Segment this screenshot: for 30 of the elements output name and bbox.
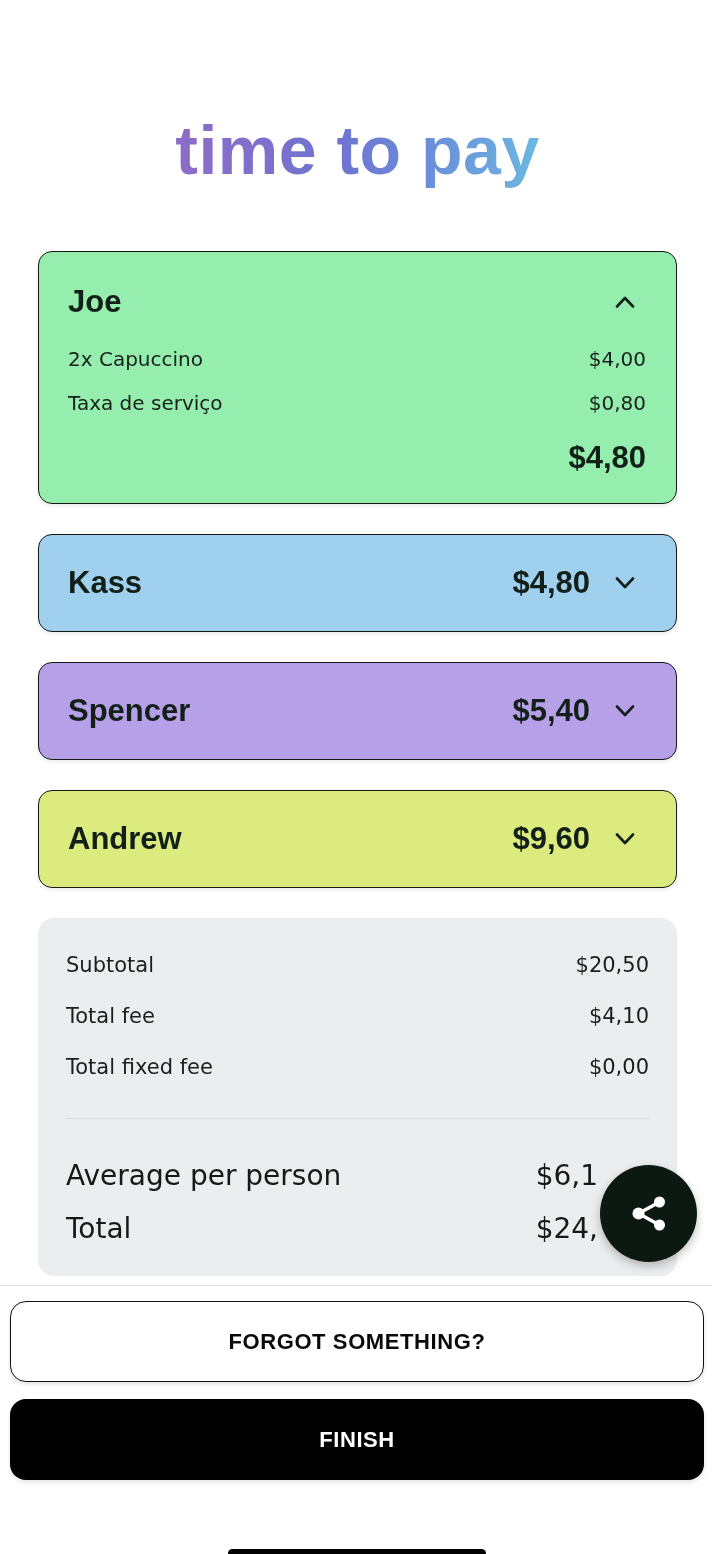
summary-label: Subtotal <box>66 953 154 977</box>
summary-label: Total fee <box>66 1004 155 1028</box>
share-icon <box>631 1196 666 1231</box>
forgot-button[interactable]: FORGOT SOMETHING? <box>10 1301 704 1382</box>
person-total: $4,80 <box>568 440 646 476</box>
person-card[interactable]: Kass $4,80 <box>38 534 677 632</box>
person-name: Kass <box>68 565 144 601</box>
summary-value: $0,00 <box>588 1055 649 1079</box>
item-label: 2x Capuccino <box>68 347 203 371</box>
person-total: $5,40 <box>512 693 590 729</box>
summary-value: $20,50 <box>575 953 649 977</box>
total-value: $24, <box>535 1211 598 1245</box>
person-total: $4,80 <box>512 565 590 601</box>
person-name: Spencer <box>68 693 192 729</box>
summary-value: $4,10 <box>588 1004 649 1028</box>
share-button[interactable] <box>600 1165 697 1262</box>
summary-label: Total fixed fee <box>66 1055 213 1079</box>
person-card[interactable]: Joe 2x Capuccino $4,00 Taxa de serviço $0,80 $4,80 <box>38 251 677 504</box>
item-amount: $0,80 <box>588 391 646 415</box>
finish-button[interactable]: FINISH <box>10 1399 704 1480</box>
item-amount: $4,00 <box>588 347 646 371</box>
person-name: Joe <box>68 284 123 320</box>
item-label: Taxa de serviço <box>68 391 223 415</box>
person-card[interactable]: Andrew $9,60 <box>38 790 677 888</box>
person-card[interactable]: Spencer $5,40 <box>38 662 677 760</box>
person-name: Andrew <box>68 821 183 857</box>
total-label: Average per person <box>66 1158 342 1192</box>
total-value: $6,1 <box>535 1158 598 1192</box>
total-label: Total <box>66 1211 132 1245</box>
person-total: $9,60 <box>512 821 590 857</box>
